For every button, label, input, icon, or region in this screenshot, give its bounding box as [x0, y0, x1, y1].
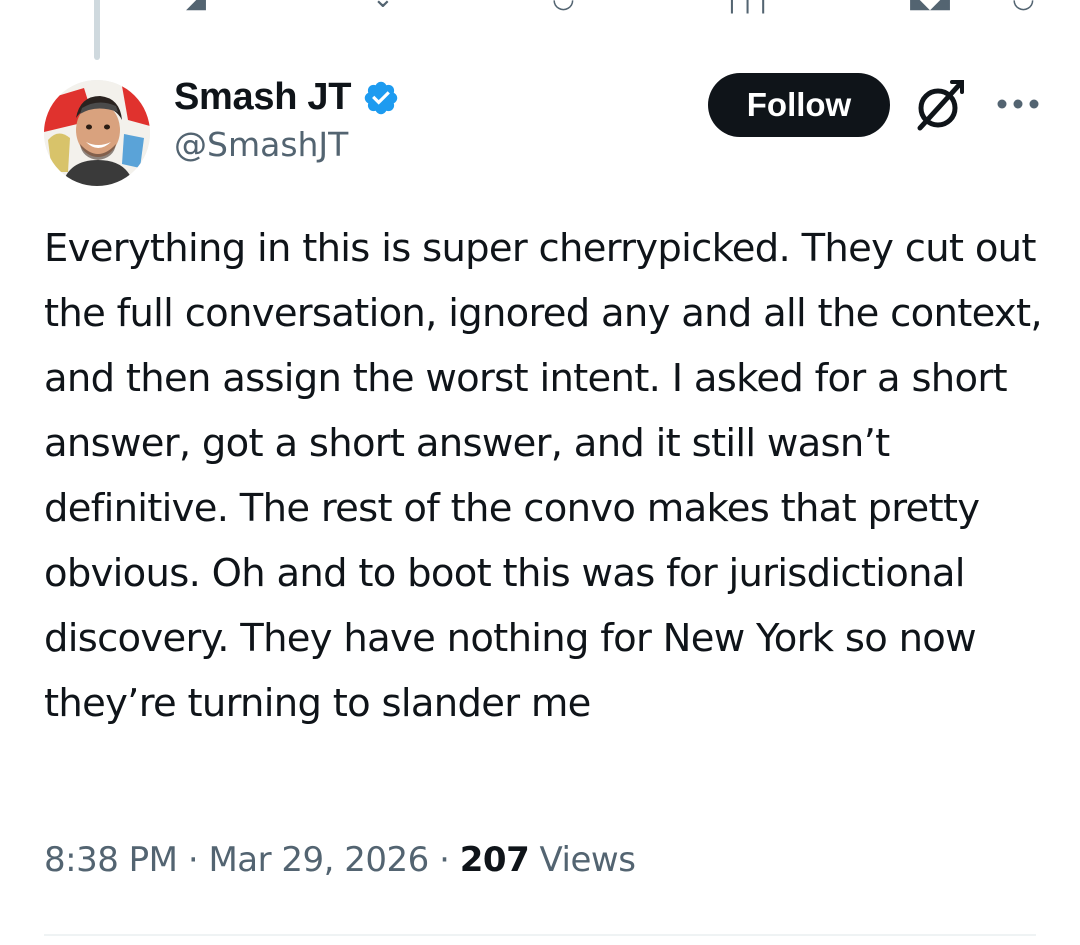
views-icon[interactable]: ╷╷╷	[724, 0, 771, 12]
like-icon[interactable]: ◡	[552, 0, 575, 12]
share-icon[interactable]: ◡	[1012, 0, 1035, 12]
views-count: 207	[459, 840, 530, 880]
views-label: Views	[539, 840, 636, 880]
previous-tweet-actions: ◢ ⌄ ◡ ╷╷╷ ◣◢ ◡	[0, 0, 1080, 12]
more-options-icon[interactable]	[988, 82, 1048, 126]
tweet-header: Smash JT @SmashJT Follow	[44, 72, 1052, 186]
avatar-image	[44, 80, 150, 186]
reply-icon[interactable]: ◢	[186, 0, 206, 12]
tweet-time[interactable]: 8:38 PM	[44, 840, 178, 880]
follow-button[interactable]: Follow	[708, 73, 890, 137]
tweet-detail: ◢ ⌄ ◡ ╷╷╷ ◣◢ ◡	[0, 0, 1080, 945]
divider	[44, 934, 1036, 936]
author-handle[interactable]: @SmashJT	[174, 125, 400, 164]
meta-separator: ·	[187, 840, 199, 880]
verified-badge-icon[interactable]	[362, 79, 400, 117]
avatar[interactable]	[44, 80, 150, 186]
author-names: Smash JT @SmashJT	[174, 76, 400, 164]
tweet-text: Everything in this is super cherrypicked…	[44, 226, 1043, 726]
retweet-icon[interactable]: ⌄	[372, 0, 394, 12]
bookmark-icon[interactable]: ◣◢	[910, 0, 950, 12]
tweet-date[interactable]: Mar 29, 2026	[208, 840, 429, 880]
author-display-name[interactable]: Smash JT	[174, 76, 351, 119]
meta-separator: ·	[439, 840, 450, 880]
tweet-metadata: 8:38 PM · Mar 29, 2026 · 207 Views	[44, 840, 636, 880]
grok-icon[interactable]	[912, 78, 968, 134]
